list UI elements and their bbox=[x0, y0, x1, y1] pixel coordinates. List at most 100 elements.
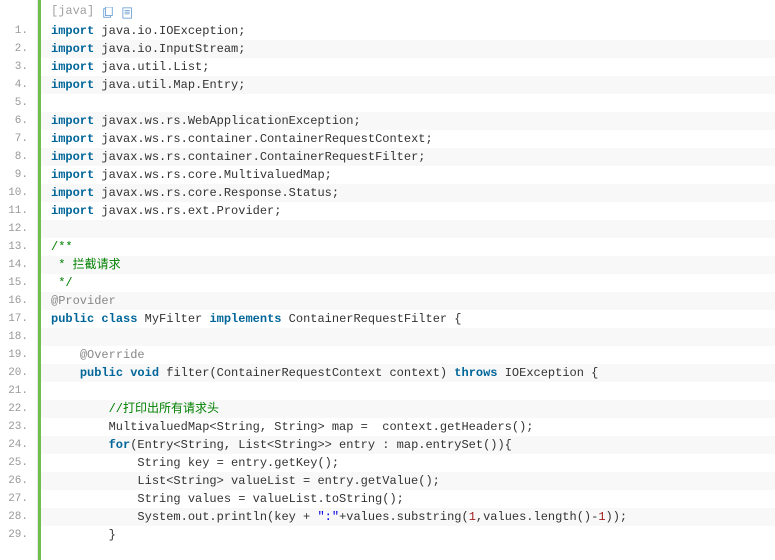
code-line: String key = entry.getKey(); bbox=[41, 454, 775, 472]
line-number: 15. bbox=[0, 274, 37, 292]
code-token: //打印出所有请求头 bbox=[109, 402, 219, 416]
line-number: 17. bbox=[0, 310, 37, 328]
code-token: IOException { bbox=[498, 366, 599, 380]
line-number: 5. bbox=[0, 94, 37, 112]
line-number: 7. bbox=[0, 130, 37, 148]
view-icon[interactable] bbox=[122, 5, 134, 17]
code-header: [java] bbox=[41, 0, 775, 22]
code-token: ":" bbox=[317, 510, 339, 524]
line-number: 13. bbox=[0, 238, 37, 256]
code-line: MultivaluedMap<String, String> map = con… bbox=[41, 418, 775, 436]
code-line bbox=[41, 94, 775, 112]
line-number: 9. bbox=[0, 166, 37, 184]
code-token: List<String> valueList = entry.getValue(… bbox=[51, 474, 440, 488]
code-token: java.io.InputStream; bbox=[94, 42, 245, 56]
code-token: import bbox=[51, 114, 94, 128]
code-token: @Provider bbox=[51, 294, 116, 308]
code-token: ContainerRequestFilter { bbox=[281, 312, 461, 326]
code-line: import javax.ws.rs.core.MultivaluedMap; bbox=[41, 166, 775, 184]
gutter-header-spacer bbox=[0, 0, 37, 22]
code-line: import javax.ws.rs.container.ContainerRe… bbox=[41, 148, 775, 166]
line-number: 27. bbox=[0, 490, 37, 508]
code-line: import javax.ws.rs.container.ContainerRe… bbox=[41, 130, 775, 148]
line-number: 29. bbox=[0, 526, 37, 544]
code-token: import bbox=[51, 186, 94, 200]
code-line: import java.util.List; bbox=[41, 58, 775, 76]
code-token: import bbox=[51, 132, 94, 146]
code-token: javax.ws.rs.ext.Provider; bbox=[94, 204, 281, 218]
code-token: String values = valueList.toString(); bbox=[51, 492, 404, 506]
line-number: 26. bbox=[0, 472, 37, 490]
line-number: 11. bbox=[0, 202, 37, 220]
code-token: import bbox=[51, 78, 94, 92]
line-number: 10. bbox=[0, 184, 37, 202]
code-token: throws bbox=[454, 366, 497, 380]
code-token: import bbox=[51, 168, 94, 182]
code-line: @Provider bbox=[41, 292, 775, 310]
line-number: 6. bbox=[0, 112, 37, 130]
code-token: 1 bbox=[469, 510, 476, 524]
line-number: 21. bbox=[0, 382, 37, 400]
code-token: +values.substring( bbox=[339, 510, 469, 524]
code-token bbox=[51, 402, 109, 416]
code-token: /** bbox=[51, 240, 73, 254]
line-number-gutter: 1.2.3.4.5.6.7.8.9.10.11.12.13.14.15.16.1… bbox=[0, 0, 38, 560]
language-label: [java] bbox=[51, 0, 94, 22]
line-number: 24. bbox=[0, 436, 37, 454]
code-line: * 拦截请求 bbox=[41, 256, 775, 274]
line-number: 4. bbox=[0, 76, 37, 94]
code-token: 1 bbox=[598, 510, 605, 524]
code-token bbox=[51, 348, 80, 362]
code-token: String key = entry.getKey(); bbox=[51, 456, 339, 470]
code-token: public bbox=[80, 366, 123, 380]
code-line: import javax.ws.rs.core.Response.Status; bbox=[41, 184, 775, 202]
code-token: MyFilter bbox=[137, 312, 209, 326]
code-line: import javax.ws.rs.ext.Provider; bbox=[41, 202, 775, 220]
code-line: */ bbox=[41, 274, 775, 292]
code-line: public class MyFilter implements Contain… bbox=[41, 310, 775, 328]
code-token: for bbox=[109, 438, 131, 452]
line-number: 25. bbox=[0, 454, 37, 472]
code-token: void bbox=[130, 366, 159, 380]
line-number: 3. bbox=[0, 58, 37, 76]
code-line bbox=[41, 382, 775, 400]
code-token: import bbox=[51, 42, 94, 56]
line-number: 2. bbox=[0, 40, 37, 58]
code-token: java.io.IOException; bbox=[94, 24, 245, 38]
code-line: /** bbox=[41, 238, 775, 256]
code-line: import java.io.InputStream; bbox=[41, 40, 775, 58]
code-token bbox=[51, 438, 109, 452]
code-token: * 拦截请求 bbox=[51, 258, 121, 272]
line-number: 20. bbox=[0, 364, 37, 382]
code-line: public void filter(ContainerRequestConte… bbox=[41, 364, 775, 382]
code-token: java.util.Map.Entry; bbox=[94, 78, 245, 92]
copy-icon[interactable] bbox=[102, 5, 114, 17]
code-token: */ bbox=[51, 276, 73, 290]
line-number: 16. bbox=[0, 292, 37, 310]
code-line: import java.util.Map.Entry; bbox=[41, 76, 775, 94]
code-token: import bbox=[51, 60, 94, 74]
code-line: import java.io.IOException; bbox=[41, 22, 775, 40]
line-number: 14. bbox=[0, 256, 37, 274]
code-token: javax.ws.rs.core.Response.Status; bbox=[94, 186, 339, 200]
line-number: 19. bbox=[0, 346, 37, 364]
code-token: import bbox=[51, 204, 94, 218]
code-content: [java] import java.io.IOException;import… bbox=[41, 0, 775, 560]
code-token: filter(ContainerRequestContext context) bbox=[159, 366, 454, 380]
code-line: import javax.ws.rs.WebApplicationExcepti… bbox=[41, 112, 775, 130]
code-token: public bbox=[51, 312, 94, 326]
code-line: String values = valueList.toString(); bbox=[41, 490, 775, 508]
code-viewer: 1.2.3.4.5.6.7.8.9.10.11.12.13.14.15.16.1… bbox=[0, 0, 775, 560]
code-line: for(Entry<String, List<String>> entry : … bbox=[41, 436, 775, 454]
line-number: 8. bbox=[0, 148, 37, 166]
line-number: 18. bbox=[0, 328, 37, 346]
code-token: )); bbox=[606, 510, 628, 524]
code-line: //打印出所有请求头 bbox=[41, 400, 775, 418]
code-token: java.util.List; bbox=[94, 60, 209, 74]
line-number: 22. bbox=[0, 400, 37, 418]
code-token: } bbox=[51, 528, 116, 542]
line-number: 28. bbox=[0, 508, 37, 526]
code-line bbox=[41, 220, 775, 238]
code-token: javax.ws.rs.core.MultivaluedMap; bbox=[94, 168, 332, 182]
code-token: ,values.length()- bbox=[476, 510, 598, 524]
